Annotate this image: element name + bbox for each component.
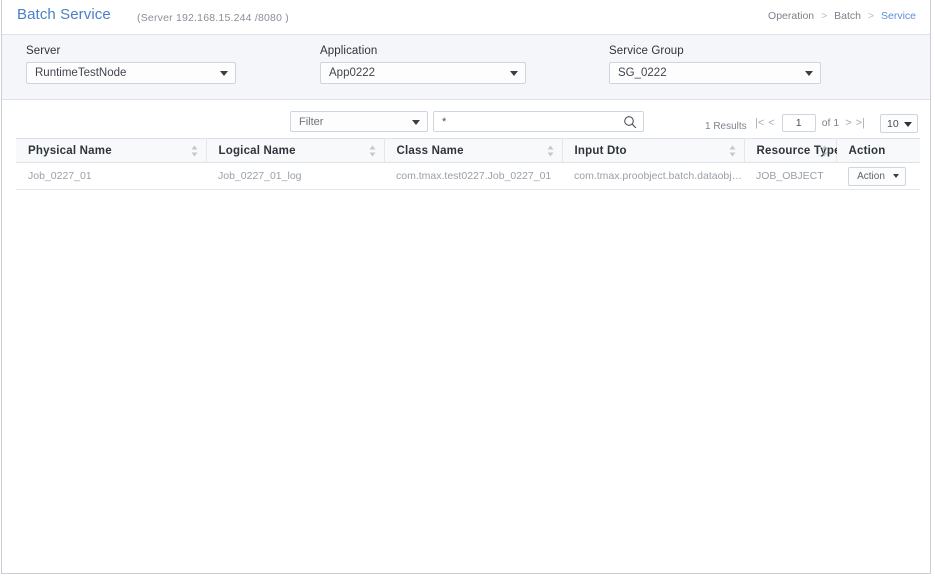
pagination: |< < of 1 > >| bbox=[754, 114, 866, 132]
first-page-button[interactable]: |< bbox=[754, 115, 765, 131]
service-group-select[interactable]: SG_0222 bbox=[609, 62, 821, 84]
prev-page-button[interactable]: < bbox=[767, 115, 775, 131]
column-label: Action bbox=[848, 144, 886, 157]
breadcrumb-separator: > bbox=[821, 10, 828, 22]
column-label: Physical Name bbox=[28, 144, 112, 157]
chevron-down-icon bbox=[412, 119, 420, 125]
service-table-wrap: Physical Name Logical Name Class Name In… bbox=[16, 138, 920, 190]
filter-select[interactable]: Filter bbox=[290, 111, 428, 132]
server-field: Server RuntimeTestNode bbox=[26, 45, 236, 84]
results-count: 1 Results bbox=[705, 121, 747, 132]
application-select-value: App0222 bbox=[329, 67, 376, 79]
breadcrumb-item-service[interactable]: Service bbox=[881, 10, 916, 22]
page-size-select[interactable]: 10 bbox=[880, 114, 918, 133]
page-title: Batch Service bbox=[17, 6, 111, 23]
sort-icon[interactable] bbox=[191, 145, 198, 157]
filter-select-value: Filter bbox=[299, 115, 324, 128]
cell-logical-name: Job_0227_01_log bbox=[206, 162, 384, 190]
breadcrumb-item-batch[interactable]: Batch bbox=[834, 10, 861, 22]
column-header-logical-name[interactable]: Logical Name bbox=[206, 138, 385, 163]
service-group-select-value: SG_0222 bbox=[618, 67, 667, 79]
breadcrumb: Operation > Batch > Service bbox=[768, 10, 916, 22]
next-page-button[interactable]: > bbox=[844, 115, 852, 131]
column-label: Class Name bbox=[396, 144, 464, 157]
service-group-field: Service Group SG_0222 bbox=[609, 45, 821, 84]
server-info-label: (Server 192.168.15.244 /8080 ) bbox=[137, 12, 289, 24]
application-label: Application bbox=[320, 45, 378, 57]
page-frame: Batch Service (Server 192.168.15.244 /80… bbox=[1, 0, 931, 574]
sort-icon[interactable] bbox=[821, 145, 828, 157]
search-box bbox=[433, 111, 644, 132]
sort-icon[interactable] bbox=[729, 145, 736, 157]
server-select[interactable]: RuntimeTestNode bbox=[26, 62, 236, 84]
column-header-input-dto[interactable]: Input Dto bbox=[562, 138, 745, 163]
title-bar: Batch Service (Server 192.168.15.244 /80… bbox=[2, 0, 930, 35]
last-page-button[interactable]: >| bbox=[855, 115, 866, 131]
batch-service-page: Batch Service (Server 192.168.15.244 /80… bbox=[0, 0, 935, 580]
table-toolbar: Filter 1 Results |< < of 1 > >| 1 bbox=[2, 100, 930, 138]
sort-icon[interactable] bbox=[547, 145, 554, 157]
action-button[interactable]: Action bbox=[848, 166, 906, 186]
page-number-input[interactable] bbox=[781, 114, 816, 132]
chevron-down-icon bbox=[220, 71, 228, 76]
breadcrumb-item-operation[interactable]: Operation bbox=[768, 10, 814, 22]
cell-resource-type: JOB_OBJECT bbox=[744, 162, 836, 190]
cell-class-name: com.tmax.test0227.Job_0227_01 bbox=[384, 162, 562, 190]
column-label: Input Dto bbox=[574, 144, 627, 157]
breadcrumb-separator: > bbox=[867, 10, 875, 22]
column-label: Resource Type bbox=[756, 144, 841, 157]
filter-panel: Server RuntimeTestNode Application App02… bbox=[2, 35, 930, 100]
search-input[interactable] bbox=[434, 112, 643, 132]
chevron-down-icon bbox=[893, 174, 899, 178]
column-label: Logical Name bbox=[218, 144, 296, 157]
page-total-label: of 1 bbox=[821, 117, 840, 129]
table-row[interactable]: Job_0227_01 Job_0227_01_log com.tmax.tes… bbox=[16, 162, 920, 190]
sort-icon[interactable] bbox=[369, 145, 376, 157]
chevron-down-icon bbox=[510, 71, 518, 76]
column-header-action: Action bbox=[836, 138, 920, 163]
column-header-physical-name[interactable]: Physical Name bbox=[16, 138, 207, 163]
chevron-down-icon bbox=[805, 71, 813, 76]
service-group-label: Service Group bbox=[609, 45, 684, 57]
server-select-value: RuntimeTestNode bbox=[35, 67, 127, 79]
column-header-resource-type[interactable]: Resource Type bbox=[744, 138, 841, 163]
chevron-down-icon bbox=[904, 121, 912, 127]
cell-physical-name: Job_0227_01 bbox=[16, 162, 206, 190]
cell-action: Action bbox=[836, 162, 920, 190]
application-field: Application App0222 bbox=[320, 45, 526, 84]
column-header-class-name[interactable]: Class Name bbox=[384, 138, 563, 163]
server-label: Server bbox=[26, 45, 61, 57]
cell-input-dto: com.tmax.proobject.batch.dataobject.De..… bbox=[562, 162, 744, 190]
service-table: Physical Name Logical Name Class Name In… bbox=[16, 138, 920, 190]
search-icon[interactable] bbox=[623, 115, 637, 129]
table-header-row: Physical Name Logical Name Class Name In… bbox=[16, 138, 920, 163]
application-select[interactable]: App0222 bbox=[320, 62, 526, 84]
action-button-label: Action bbox=[857, 170, 885, 182]
page-size-value: 10 bbox=[887, 117, 899, 130]
